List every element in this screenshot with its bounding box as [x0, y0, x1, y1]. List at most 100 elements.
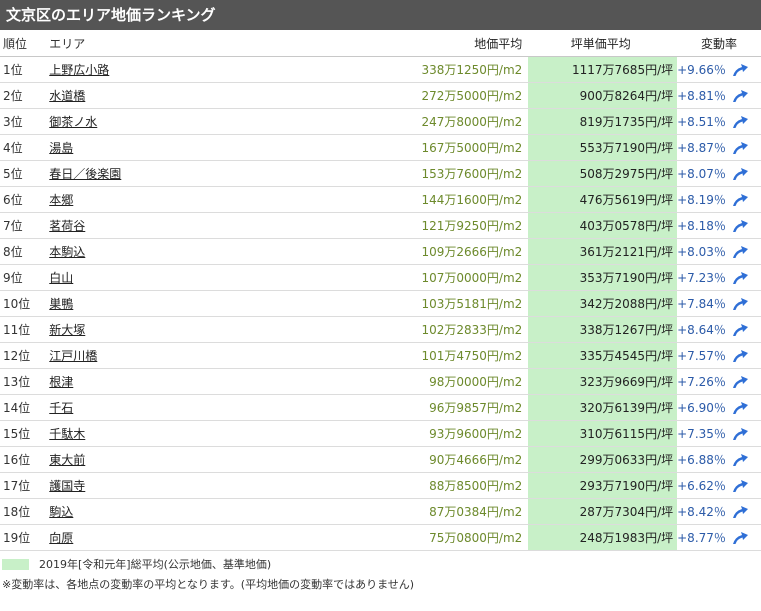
rank-cell: 11位: [0, 316, 50, 343]
land-price-cell: 153万7600円/m2: [258, 160, 529, 187]
tsubo-price-cell: 476万5619円/坪: [528, 186, 678, 213]
rank-cell: 1位: [0, 56, 50, 83]
area-cell: 本郷: [49, 186, 259, 213]
change-rate-cell: +8.64％: [677, 316, 726, 343]
rank-cell: 8位: [0, 238, 50, 265]
land-price-cell: 87万0384円/m2: [258, 498, 529, 525]
tsubo-price-cell: 819万1735円/坪: [528, 108, 678, 135]
table-row: 1位 上野広小路 338万1250円/m2 1117万7685円/坪 +9.66％: [0, 56, 761, 83]
tsubo-price-cell: 287万7304円/坪: [528, 498, 678, 525]
area-link[interactable]: 千駄木: [49, 427, 85, 441]
rank-cell: 6位: [0, 186, 50, 213]
table-row: 5位 春日／後楽園 153万7600円/m2 508万2975円/坪 +8.07％: [0, 160, 761, 187]
land-price-cell: 272万5000円/m2: [258, 82, 529, 109]
change-rate-cell: +7.26％: [677, 368, 726, 395]
up-arrow-icon: [733, 89, 749, 102]
area-cell: 本駒込: [49, 238, 259, 265]
tsubo-price-cell: 900万8264円/坪: [528, 82, 678, 109]
rank-cell: 14位: [0, 394, 50, 421]
area-link[interactable]: 江戸川橋: [49, 349, 97, 363]
tsubo-price-cell: 335万4545円/坪: [528, 342, 678, 369]
area-link[interactable]: 上野広小路: [49, 63, 109, 77]
up-arrow-icon: [733, 271, 749, 284]
rank-cell: 18位: [0, 498, 50, 525]
land-price-cell: 247万8000円/m2: [258, 108, 529, 135]
area-link[interactable]: 根津: [49, 375, 73, 389]
change-rate-cell: +7.35％: [677, 420, 726, 447]
area-cell: 護国寺: [49, 472, 259, 499]
area-link[interactable]: 新大塚: [49, 323, 85, 337]
land-price-cell: 167万5000円/m2: [258, 134, 529, 161]
area-link[interactable]: 春日／後楽園: [49, 167, 121, 181]
tsubo-price-cell: 293万7190円/坪: [528, 472, 678, 499]
up-arrow-icon: [733, 453, 749, 466]
legend: 2019年[令和元年]総平均(公示地価、基準地価): [0, 553, 761, 575]
up-arrow-icon: [733, 115, 749, 128]
area-link[interactable]: 東大前: [49, 453, 85, 467]
area-link[interactable]: 護国寺: [49, 479, 85, 493]
up-arrow-icon: [733, 401, 749, 414]
rank-cell: 13位: [0, 368, 50, 395]
up-arrow-icon: [733, 63, 749, 76]
area-link[interactable]: 本駒込: [49, 245, 85, 259]
tsubo-price-cell: 320万6139円/坪: [528, 394, 678, 421]
tsubo-price-cell: 338万1267円/坪: [528, 316, 678, 343]
area-link[interactable]: 白山: [49, 271, 73, 285]
land-price-cell: 88万8500円/m2: [258, 472, 529, 499]
tsubo-price-cell: 342万2088円/坪: [528, 290, 678, 317]
up-arrow-icon: [733, 427, 749, 440]
up-arrow-icon: [733, 375, 749, 388]
rank-cell: 9位: [0, 264, 50, 291]
legend-swatch: [2, 558, 29, 570]
land-price-cell: 103万5181円/m2: [258, 290, 529, 317]
tsubo-price-cell: 310万6115円/坪: [528, 420, 678, 447]
land-price-cell: 121万9250円/m2: [258, 212, 529, 239]
rank-cell: 16位: [0, 446, 50, 473]
table-row: 12位 江戸川橋 101万4750円/m2 335万4545円/坪 +7.57％: [0, 342, 761, 369]
footnote: ※変動率は、各地点の変動率の平均となります。(平均地価の変動率ではありません): [2, 578, 415, 591]
area-link[interactable]: 茗荷谷: [49, 219, 85, 233]
up-arrow-icon: [733, 323, 749, 336]
area-link[interactable]: 駒込: [49, 505, 73, 519]
area-cell: 湯島: [49, 134, 259, 161]
area-link[interactable]: 向原: [49, 531, 73, 545]
area-link[interactable]: 水道橋: [49, 89, 85, 103]
area-cell: 巣鴨: [49, 290, 259, 317]
up-arrow-icon: [733, 141, 749, 154]
rank-cell: 15位: [0, 420, 50, 447]
land-price-cell: 90万4666円/m2: [258, 446, 529, 473]
table-row: 11位 新大塚 102万2833円/m2 338万1267円/坪 +8.64％: [0, 316, 761, 343]
table-row: 7位 茗荷谷 121万9250円/m2 403万0578円/坪 +8.18％: [0, 212, 761, 239]
rank-cell: 4位: [0, 134, 50, 161]
area-cell: 向原: [49, 524, 259, 551]
tsubo-price-cell: 299万0633円/坪: [528, 446, 678, 473]
tsubo-price-cell: 323万9669円/坪: [528, 368, 678, 395]
area-link[interactable]: 本郷: [49, 193, 73, 207]
area-cell: 水道橋: [49, 82, 259, 109]
area-cell: 白山: [49, 264, 259, 291]
area-link[interactable]: 御茶ノ水: [49, 115, 97, 129]
change-rate-cell: +6.88％: [677, 446, 726, 473]
area-cell: 江戸川橋: [49, 342, 259, 369]
rank-cell: 12位: [0, 342, 50, 369]
up-arrow-icon: [733, 193, 749, 206]
change-rate-cell: +8.19％: [677, 186, 726, 213]
table-row: 15位 千駄木 93万9600円/m2 310万6115円/坪 +7.35％: [0, 420, 761, 447]
up-arrow-icon: [733, 297, 749, 310]
land-price-cell: 338万1250円/m2: [258, 56, 529, 83]
land-price-cell: 109万2666円/m2: [258, 238, 529, 265]
up-arrow-icon: [733, 245, 749, 258]
area-link[interactable]: 巣鴨: [49, 297, 73, 311]
land-price-cell: 98万0000円/m2: [258, 368, 529, 395]
change-rate-cell: +7.84％: [677, 290, 726, 317]
area-link[interactable]: 千石: [49, 401, 73, 415]
table-row: 17位 護国寺 88万8500円/m2 293万7190円/坪 +6.62％: [0, 472, 761, 499]
table-header-row: 順位 エリア 地価平均 坪単価平均 変動率: [0, 30, 761, 57]
change-rate-cell: +8.07％: [677, 160, 726, 187]
change-rate-cell: +7.23％: [677, 264, 726, 291]
area-link[interactable]: 湯島: [49, 141, 73, 155]
rank-cell: 17位: [0, 472, 50, 499]
table-row: 9位 白山 107万0000円/m2 353万7190円/坪 +7.23％: [0, 264, 761, 291]
up-arrow-icon: [733, 167, 749, 180]
header-land-price: 地価平均: [258, 30, 529, 57]
